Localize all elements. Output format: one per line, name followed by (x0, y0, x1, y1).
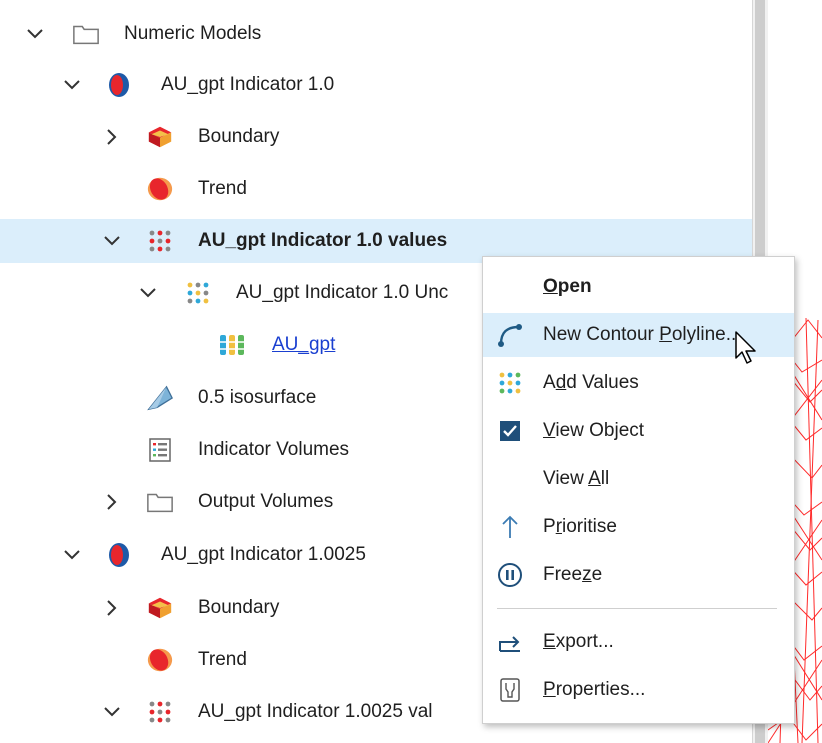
properties-icon (497, 677, 523, 703)
menu-item-add-values[interactable]: Add Values (483, 361, 794, 405)
trend-icon (146, 175, 174, 203)
add-values-icon (497, 370, 523, 396)
label-part: New Contour (543, 324, 660, 345)
tree-row-trend[interactable]: Trend (0, 167, 752, 211)
label-part: d Values (566, 372, 639, 393)
tree-row-label: Boundary (198, 126, 280, 147)
label-part: roperties... (555, 679, 646, 700)
folder-icon (146, 488, 174, 516)
mouse-pointer-icon (734, 330, 760, 366)
mnemonic-key: E (543, 631, 556, 652)
label-part: A (543, 372, 556, 393)
label-part: xport... (555, 631, 614, 652)
column-values-icon (218, 331, 246, 359)
folder-icon (72, 20, 100, 48)
label-part: iew Object (555, 420, 645, 441)
chevron-down-icon[interactable] (63, 76, 81, 94)
menu-item-label: Export... (543, 631, 614, 653)
menu-item-label: Freeze (543, 564, 602, 586)
tree-row-label: Trend (198, 178, 247, 199)
label-part: e (591, 564, 603, 585)
menu-item-label: Add Values (543, 372, 639, 394)
menu-item-freeze[interactable]: Freeze (483, 553, 794, 597)
tree-row-label: AU_gpt Indicator 1.0 values (198, 230, 448, 251)
context-menu: Open New Contour Polyline... Add Values … (482, 256, 795, 724)
export-icon (497, 629, 523, 655)
label-part: ll (600, 468, 610, 489)
mnemonic-key: P (543, 679, 556, 700)
menu-item-label: Open (543, 276, 592, 298)
tree-row-numeric-model[interactable]: AU_gpt Indicator 1.0 (0, 63, 752, 107)
menu-item-properties[interactable]: Properties... (483, 668, 794, 712)
chevron-down-icon[interactable] (63, 546, 81, 564)
chevron-down-icon[interactable] (103, 703, 121, 721)
menu-item-view-object[interactable]: View Object (483, 409, 794, 453)
checkbox-checked-icon[interactable] (497, 418, 523, 444)
tree-row-label: Boundary (198, 597, 280, 618)
chevron-right-icon[interactable] (103, 493, 121, 511)
menu-item-label: View All (543, 468, 609, 490)
label-part: pen (557, 276, 592, 297)
chevron-right-icon[interactable] (103, 128, 121, 146)
label-part: P (543, 516, 556, 537)
mnemonic-key: O (543, 276, 558, 297)
menu-item-prioritise[interactable]: Prioritise (483, 505, 794, 549)
tree-row-label: AU_gpt Indicator 1.0025 (161, 544, 366, 565)
tree-row-label: Indicator Volumes (198, 439, 350, 460)
menu-item-label: View Object (543, 420, 644, 442)
tree-row-label: Output Volumes (198, 491, 334, 512)
isosurface-icon (146, 384, 174, 412)
tree-row-label: 0.5 isosurface (198, 387, 317, 408)
boundary-icon (146, 123, 174, 151)
trend-icon (146, 646, 174, 674)
tree-row-label: AU_gpt Indicator 1.0 Unc (236, 282, 449, 303)
menu-item-label: Properties... (543, 679, 645, 701)
menu-separator (497, 608, 777, 609)
menu-item-export[interactable]: Export... (483, 620, 794, 664)
tree-row-label: Trend (198, 649, 247, 670)
mnemonic-key: d (555, 372, 567, 393)
values-icon (146, 227, 174, 255)
tree-row-label: AU_gpt Indicator 1.0 (161, 74, 335, 95)
numeric-model-icon (105, 71, 133, 99)
numeric-model-icon (105, 541, 133, 569)
label-part: View (543, 468, 589, 489)
mnemonic-key: P (659, 324, 672, 345)
label-part: ioritise (562, 516, 617, 537)
chevron-down-icon[interactable] (26, 25, 44, 43)
menu-item-view-all[interactable]: View All (483, 457, 794, 501)
contour-polyline-icon (497, 322, 523, 348)
chevron-right-icon[interactable] (103, 599, 121, 617)
tree-row-link-label[interactable]: AU_gpt (272, 334, 335, 356)
mnemonic-key: V (543, 420, 556, 441)
tree-row-boundary[interactable]: Boundary (0, 115, 752, 159)
tree-row-numeric-models[interactable]: Numeric Models (0, 12, 752, 56)
menu-item-label: Prioritise (543, 516, 617, 538)
menu-item-open[interactable]: Open (483, 265, 794, 309)
tree-row-label: Numeric Models (124, 23, 262, 44)
values-icon (146, 698, 174, 726)
label-part: olyline... (671, 324, 742, 345)
arrow-up-icon (497, 514, 523, 540)
menu-item-label: New Contour Polyline... (543, 324, 742, 346)
chevron-down-icon[interactable] (139, 284, 157, 302)
boundary-icon (146, 594, 174, 622)
mnemonic-key: z (582, 564, 592, 585)
mnemonic-key: A (588, 468, 601, 489)
values-light-icon (184, 279, 212, 307)
tree-row-label: AU_gpt Indicator 1.0025 val (198, 701, 433, 722)
label-part: Free (543, 564, 583, 585)
pause-circle-icon (497, 562, 523, 588)
chevron-down-icon[interactable] (103, 232, 121, 250)
table-icon (146, 436, 174, 464)
